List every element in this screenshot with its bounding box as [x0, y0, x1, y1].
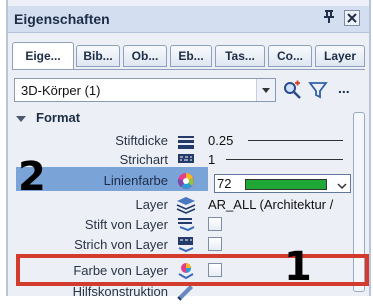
- tab-strip: Eige... Bib... Ob... Eb... Tas... Co... …: [12, 42, 365, 70]
- section-label: Format: [36, 110, 81, 125]
- prop-label: Stift von Layer: [84, 217, 168, 232]
- title-bar: Eigenschaften: [8, 6, 369, 33]
- layer-pen-icon: [176, 216, 196, 234]
- prop-row-stift-von-layer[interactable]: Stift von Layer: [8, 216, 348, 234]
- quick-select-icon[interactable]: [282, 80, 304, 100]
- prop-value[interactable]: 1: [208, 152, 215, 167]
- layer-icon: [176, 196, 196, 214]
- filter-icon[interactable]: [308, 80, 330, 100]
- annotation-marker-2: 2: [18, 154, 46, 200]
- color-wheel-icon: [176, 172, 196, 190]
- tab-content-border: [12, 69, 365, 70]
- prop-label: Stiftdicke: [115, 133, 168, 148]
- format-section-header[interactable]: Format: [16, 110, 80, 125]
- prop-label: Linienfarbe: [103, 173, 168, 188]
- tab-connect[interactable]: Co...: [268, 45, 312, 67]
- prop-value[interactable]: AR_ALL (Architektur /: [208, 197, 333, 212]
- color-number: 72: [217, 176, 232, 191]
- chevron-down-icon[interactable]: [337, 178, 347, 196]
- prop-row-stiftdicke[interactable]: Stiftdicke 0.25: [8, 132, 348, 150]
- selector-value: 3D-Körper (1): [21, 83, 101, 98]
- prop-row-layer[interactable]: Layer AR_ALL (Architektur /: [8, 196, 348, 214]
- close-button[interactable]: [344, 10, 360, 26]
- tab-ebenen[interactable]: Eb...: [170, 45, 212, 67]
- checkbox[interactable]: [208, 217, 222, 231]
- prop-label: Layer: [135, 197, 168, 212]
- line-color-combo[interactable]: 72: [214, 174, 351, 193]
- palette-title: Eigenschaften: [14, 11, 110, 27]
- tab-layer[interactable]: Layer: [315, 45, 365, 67]
- pin-icon[interactable]: [323, 10, 335, 27]
- tab-bibliothek[interactable]: Bib...: [76, 45, 120, 67]
- tab-eigenschaften[interactable]: Eige...: [12, 42, 74, 69]
- prop-label: Strich von Layer: [74, 237, 168, 252]
- prop-label: Strichart: [119, 152, 168, 167]
- annotation-highlight-box: [16, 254, 369, 286]
- tab-objekte[interactable]: Ob...: [123, 45, 167, 67]
- line-preview: [248, 140, 343, 141]
- prop-label: Hilfskonstruktion: [72, 284, 168, 299]
- checkbox[interactable]: [208, 237, 222, 251]
- more-options-button[interactable]: ...: [338, 80, 360, 100]
- color-swatch: [245, 179, 327, 190]
- pen-thickness-icon: [176, 132, 196, 150]
- object-selector[interactable]: 3D-Körper (1): [14, 78, 276, 102]
- collapse-icon[interactable]: [16, 115, 26, 122]
- close-icon: [347, 13, 357, 23]
- chevron-down-icon[interactable]: [256, 79, 275, 101]
- line-preview: [226, 159, 343, 160]
- prop-value[interactable]: 0.25: [208, 133, 233, 148]
- annotation-marker-1: 1: [284, 244, 312, 290]
- tab-tasks[interactable]: Tas...: [215, 45, 265, 67]
- properties-palette: Eigenschaften Eige... Bib... Ob... Eb...…: [6, 0, 371, 301]
- layer-linetype-icon: [176, 236, 196, 254]
